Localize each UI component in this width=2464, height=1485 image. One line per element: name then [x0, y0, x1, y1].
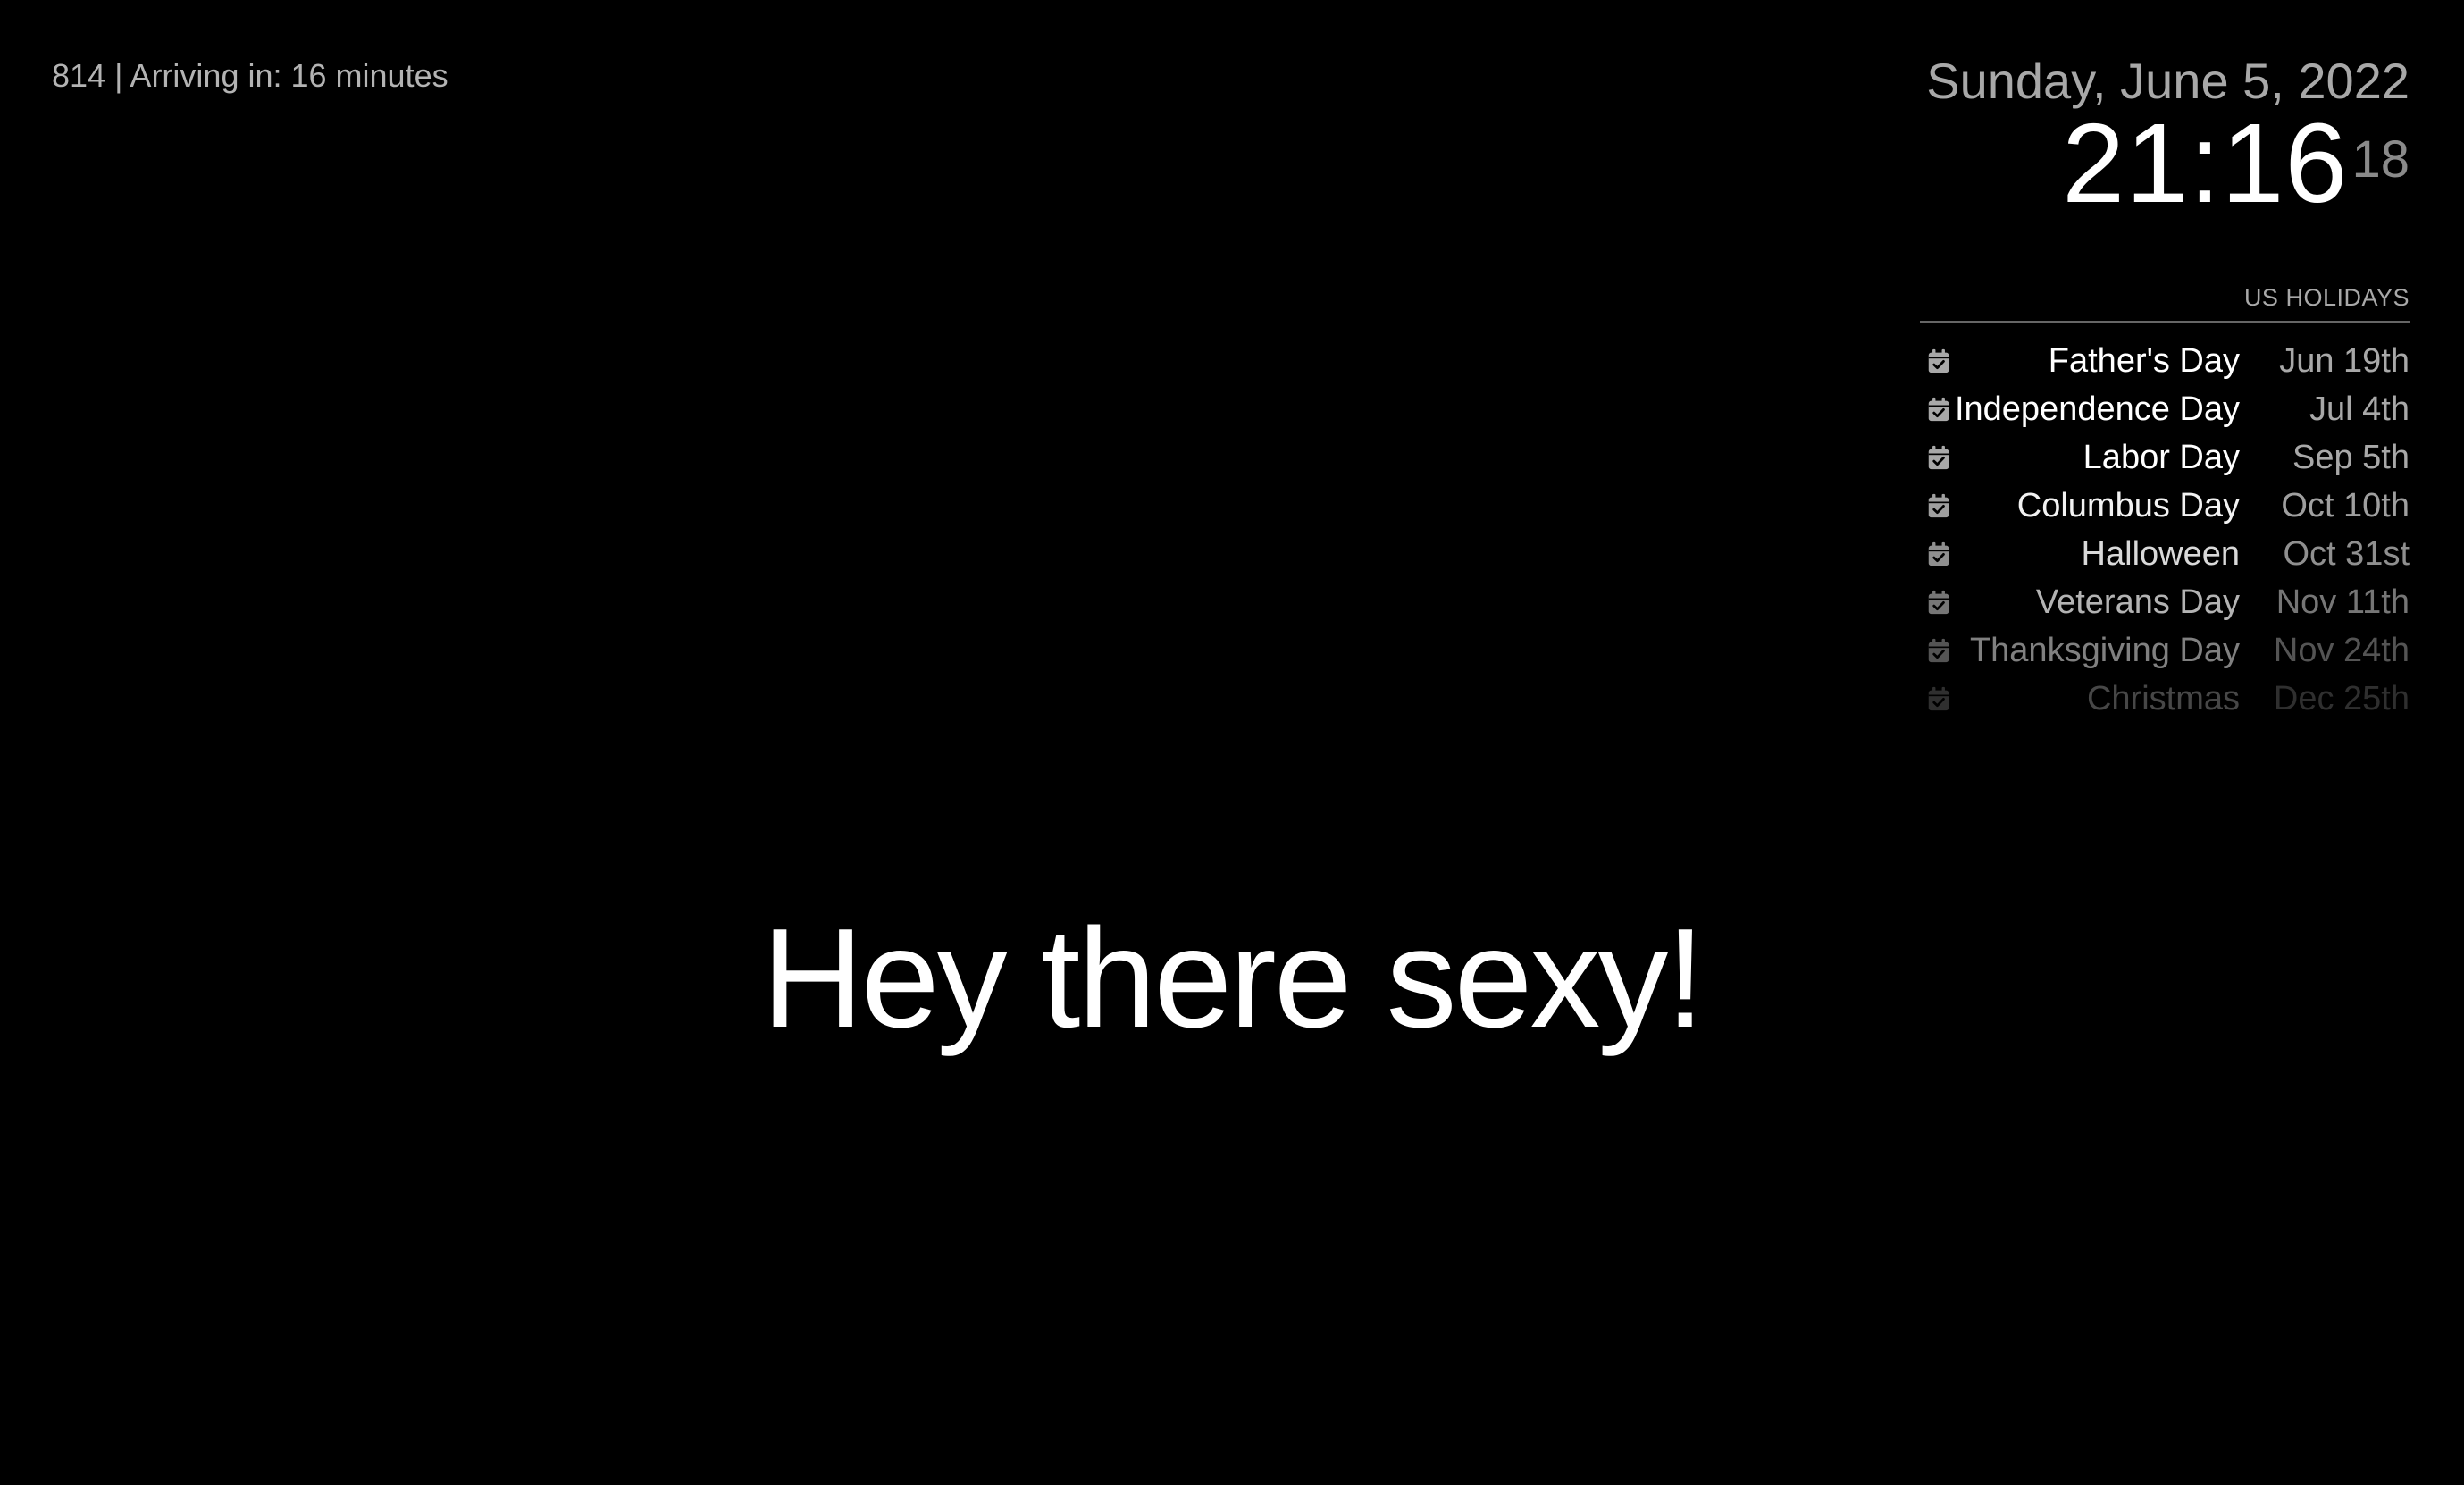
event-date: Oct 31st: [2283, 534, 2410, 573]
calendar-check-icon: [1925, 589, 1952, 616]
calendar-event: Columbus Day Oct 10th: [1920, 482, 2410, 530]
calendar-check-icon: [1925, 637, 1952, 664]
calendar-event: Christmas Dec 25th: [1920, 675, 2410, 723]
event-title: Halloween: [2081, 534, 2240, 573]
calendar-event: Labor Day Sep 5th: [1920, 433, 2410, 482]
calendar-event: Halloween Oct 31st: [1920, 530, 2410, 578]
event-date: Jun 19th: [2279, 341, 2410, 380]
calendar-check-icon: [1925, 685, 1952, 712]
event-date: Nov 11th: [2275, 583, 2410, 621]
calendar-check-icon: [1925, 348, 1952, 374]
event-title: Veterans Day: [2035, 583, 2240, 621]
calendar-event-list: Father's Day Jun 19th Independence Day J…: [1920, 337, 2410, 723]
calendar-check-icon: [1925, 444, 1952, 471]
calendar-event: Veterans Day Nov 11th: [1920, 578, 2410, 626]
calendar-widget: US HOLIDAYS Father's Day Jun 19th Indepe…: [1920, 284, 2410, 723]
event-title: Columbus Day: [2016, 486, 2240, 524]
calendar-check-icon: [1925, 492, 1952, 519]
calendar-check-icon: [1925, 396, 1952, 423]
calendar-header: US HOLIDAYS: [1920, 284, 2410, 323]
calendar-check-icon: [1925, 541, 1952, 567]
event-date: Nov 24th: [2273, 631, 2410, 669]
calendar-event: Independence Day Jul 4th: [1920, 385, 2410, 433]
event-title: Independence Day: [1954, 390, 2240, 428]
clock-seconds: 18: [2351, 130, 2410, 189]
event-title: Christmas: [2086, 679, 2240, 717]
transit-arrival-text: 814 | Arriving in: 16 minutes: [52, 57, 448, 94]
event-date: Sep 5th: [2292, 438, 2410, 476]
event-title: Thanksgiving Day: [1969, 631, 2240, 669]
event-title: Father's Day: [2048, 341, 2240, 380]
clock-time-row: 21:1618: [1926, 107, 2410, 248]
event-title: Labor Day: [2083, 438, 2240, 476]
compliment-text: Hey there sexy!: [761, 900, 1706, 1057]
calendar-event: Father's Day Jun 19th: [1920, 337, 2410, 385]
calendar-event: Thanksgiving Day Nov 24th: [1920, 626, 2410, 675]
event-date: Oct 10th: [2281, 486, 2410, 524]
clock-widget: Sunday, June 5, 2022 21:1618: [1926, 50, 2410, 248]
clock-time: 21:16: [2062, 100, 2349, 226]
event-date: Dec 25th: [2273, 679, 2410, 717]
event-date: Jul 4th: [2309, 390, 2410, 428]
